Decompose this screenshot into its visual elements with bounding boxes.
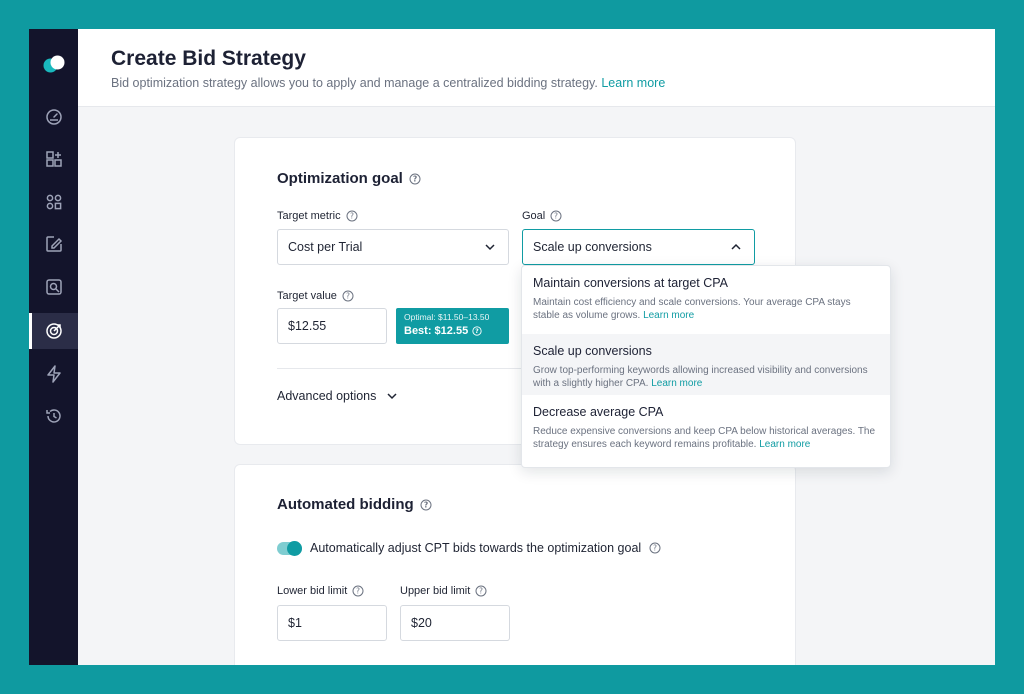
automated-bidding-card: Automated bidding ? Automatically adjust… <box>234 464 796 665</box>
section-title-text: Optimization goal <box>277 170 403 187</box>
target-metric-select[interactable]: Cost per Trial <box>277 229 509 265</box>
select-value: Scale up conversions <box>533 240 652 254</box>
automated-bidding-title: Automated bidding ? <box>277 496 432 513</box>
learn-more-link[interactable]: Learn more <box>759 439 810 450</box>
app-window: Create Bid Strategy Bid optimization str… <box>29 29 995 665</box>
svg-text:?: ? <box>475 328 479 335</box>
learn-more-link[interactable]: Learn more <box>643 310 694 321</box>
help-icon[interactable]: ? <box>420 499 432 511</box>
chevron-up-icon <box>731 243 741 250</box>
option-title: Maintain conversions at target CPA <box>533 276 729 290</box>
label-text: Upper bid limit <box>400 585 471 597</box>
target-value-input[interactable]: $12.55 <box>277 308 387 344</box>
goal-dropdown-menu: Maintain conversions at target CPA Maint… <box>521 265 891 468</box>
sidebar-item-dashboard[interactable] <box>29 99 78 135</box>
edit-image-icon <box>45 236 62 252</box>
select-value: Cost per Trial <box>288 240 363 254</box>
optimal-range-badge: Optimal: $11.50–13.50 Best: $12.55 ? <box>396 308 509 344</box>
auto-adjust-row: Automatically adjust CPT bids towards th… <box>277 540 661 556</box>
toggle-knob <box>287 540 302 556</box>
svg-text:?: ? <box>554 212 558 221</box>
help-icon[interactable]: ? <box>346 210 358 222</box>
sidebar-item-target[interactable] <box>29 313 78 349</box>
svg-text:?: ? <box>350 212 354 221</box>
page-header: Create Bid Strategy Bid optimization str… <box>78 29 995 107</box>
svg-text:?: ? <box>346 292 350 301</box>
help-icon[interactable]: ? <box>352 585 364 597</box>
history-icon <box>45 409 61 423</box>
option-description: Reduce expensive conversions and keep CP… <box>533 425 879 451</box>
goal-select[interactable]: Scale up conversions <box>522 229 755 265</box>
page-title: Create Bid Strategy <box>111 47 306 70</box>
input-value: $20 <box>411 616 432 630</box>
help-icon[interactable]: ? <box>550 210 562 222</box>
help-icon[interactable]: ? <box>472 326 482 336</box>
help-icon[interactable]: ? <box>409 173 421 185</box>
option-description: Maintain cost efficiency and scale conve… <box>533 296 879 322</box>
learn-more-link[interactable]: Learn more <box>601 76 665 90</box>
section-title-text: Automated bidding <box>277 496 414 513</box>
best-value: Best: $12.55 ? <box>404 325 501 337</box>
option-title: Decrease average CPA <box>533 405 664 419</box>
upper-bid-limit-label: Upper bid limit ? <box>400 585 487 597</box>
help-icon[interactable]: ? <box>475 585 487 597</box>
lightning-icon <box>46 365 61 383</box>
sidebar-item-history[interactable] <box>29 398 78 434</box>
target-metric-label: Target metric ? <box>277 210 358 222</box>
advanced-options-toggle[interactable]: Advanced options <box>277 389 398 403</box>
option-desc-text: Reduce expensive conversions and keep CP… <box>533 426 876 450</box>
sidebar-item-add-widget[interactable] <box>29 141 78 177</box>
chevron-down-icon <box>485 244 495 251</box>
goal-label: Goal ? <box>522 210 562 222</box>
target-value-label: Target value ? <box>277 290 354 302</box>
option-description: Grow top-performing keywords allowing in… <box>533 364 879 390</box>
input-value: $12.55 <box>288 319 327 333</box>
sidebar-item-grid[interactable] <box>29 184 78 220</box>
optimization-goal-title: Optimization goal ? <box>277 170 421 187</box>
svg-text:?: ? <box>653 544 657 553</box>
upper-bid-limit-input[interactable]: $20 <box>400 605 510 641</box>
divider <box>277 368 547 369</box>
svg-text:?: ? <box>423 500 427 509</box>
dashboard-icon <box>45 109 62 125</box>
optimal-range: Optimal: $11.50–13.50 <box>404 312 490 322</box>
svg-text:?: ? <box>356 587 360 596</box>
option-title: Scale up conversions <box>533 344 652 358</box>
advanced-options-label: Advanced options <box>277 389 377 403</box>
goal-option-scale-up[interactable]: Scale up conversions Grow top-performing… <box>522 334 890 395</box>
help-icon[interactable]: ? <box>649 542 661 554</box>
goal-option-maintain[interactable]: Maintain conversions at target CPA Maint… <box>522 266 890 327</box>
learn-more-link[interactable]: Learn more <box>651 378 702 389</box>
lower-bid-limit-label: Lower bid limit ? <box>277 585 364 597</box>
label-text: Lower bid limit <box>277 585 348 597</box>
label-text: Target metric <box>277 210 341 222</box>
svg-text:?: ? <box>413 174 417 183</box>
chevron-down-icon <box>387 393 397 400</box>
logo-icon <box>41 51 67 77</box>
input-value: $1 <box>288 616 302 630</box>
page-subtitle: Bid optimization strategy allows you to … <box>111 76 665 90</box>
sidebar-item-search[interactable] <box>29 269 78 305</box>
label-text: Target value <box>277 290 337 302</box>
label-text: Goal <box>522 210 546 222</box>
toggle-label: Automatically adjust CPT bids towards th… <box>310 541 642 555</box>
sidebar-item-automation[interactable] <box>29 356 78 392</box>
target-icon <box>45 323 62 339</box>
grid-icon <box>46 194 61 210</box>
sidebar-item-edit-image[interactable] <box>29 226 78 262</box>
help-icon[interactable]: ? <box>342 290 354 302</box>
svg-text:?: ? <box>479 587 483 596</box>
best-text: Best: $12.55 <box>404 325 469 337</box>
subtitle-text: Bid optimization strategy allows you to … <box>111 76 598 90</box>
add-widget-icon <box>45 151 62 167</box>
search-icon <box>45 279 62 295</box>
goal-option-decrease[interactable]: Decrease average CPA Reduce expensive co… <box>522 395 890 456</box>
auto-adjust-toggle[interactable] <box>277 540 302 556</box>
sidebar <box>29 29 78 665</box>
lower-bid-limit-input[interactable]: $1 <box>277 605 387 641</box>
